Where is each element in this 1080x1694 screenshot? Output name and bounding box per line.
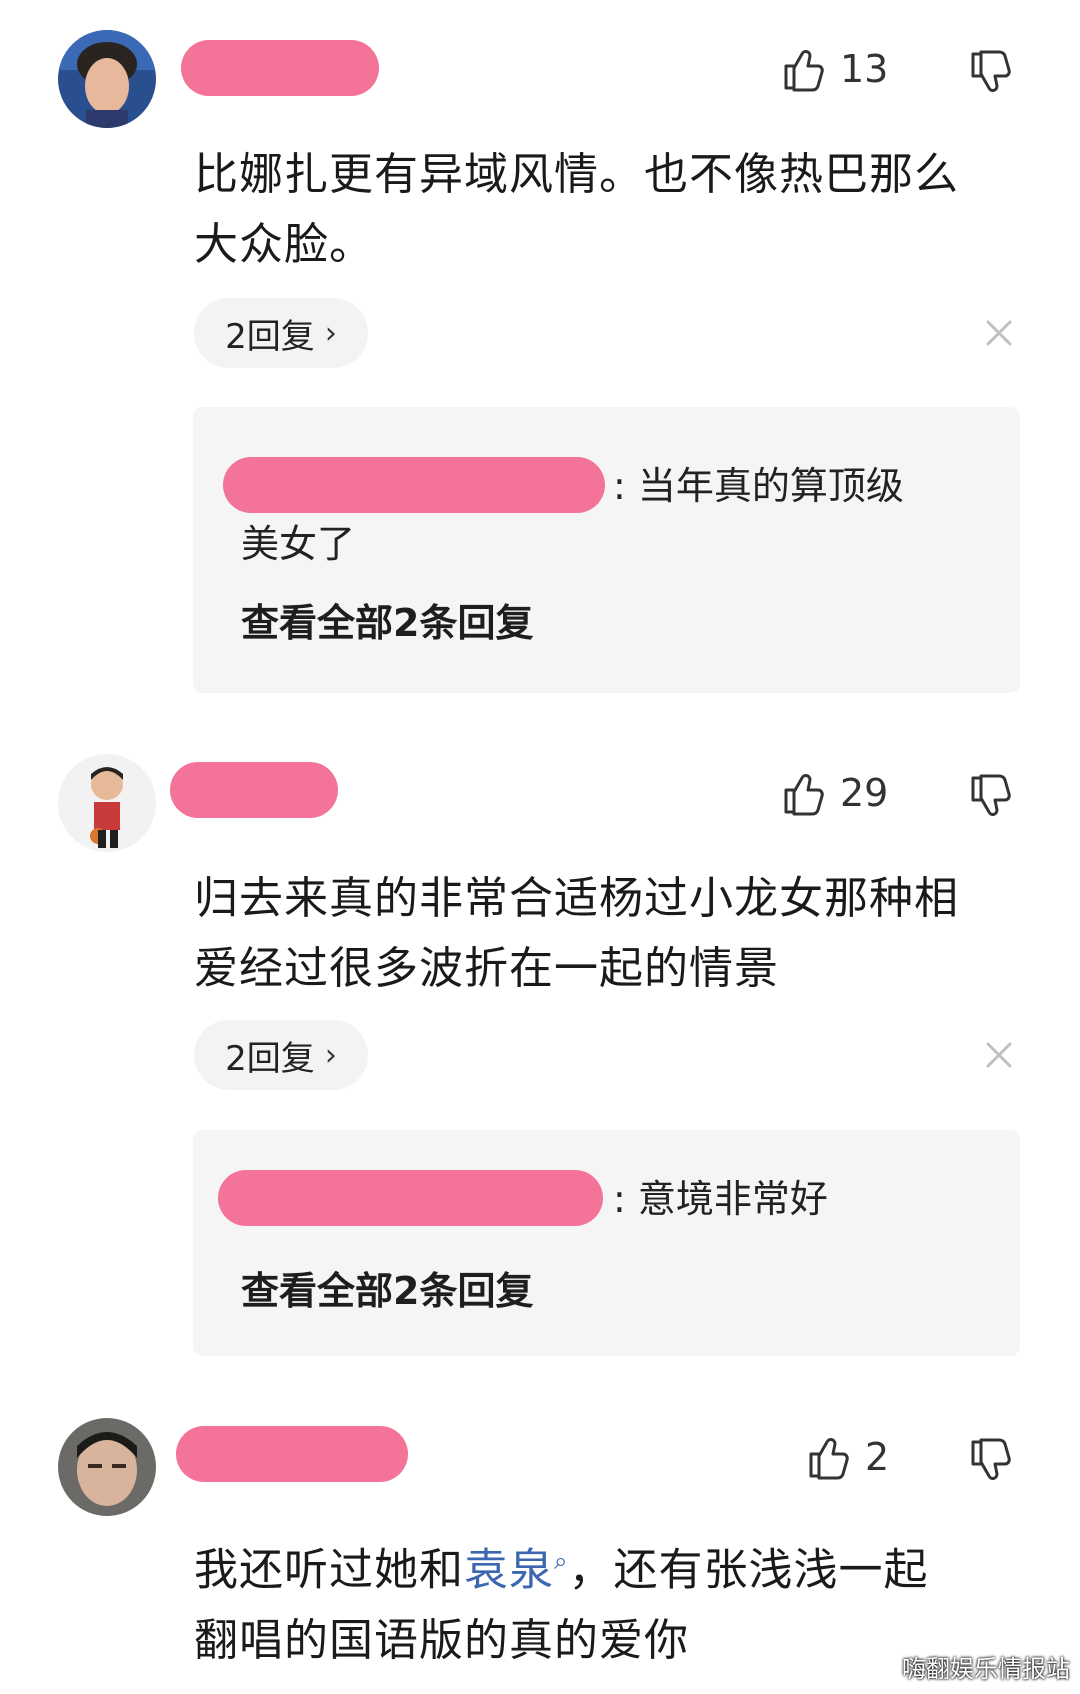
reply-preview-box: : 意境非常好 查看全部2条回复	[193, 1130, 1020, 1356]
like-count: 13	[840, 47, 889, 91]
watermark: 嗨翻娱乐情报站	[902, 1655, 1070, 1683]
reply-text: : 意境非常好	[613, 1177, 828, 1221]
search-link[interactable]: 袁泉	[464, 1545, 554, 1596]
avatar[interactable]	[58, 30, 156, 128]
avatar[interactable]	[58, 1418, 156, 1516]
username-redacted[interactable]	[176, 1426, 408, 1482]
username-redacted[interactable]	[170, 762, 338, 818]
view-all-replies-link[interactable]: 查看全部2条回复	[241, 592, 533, 647]
reply-username-redacted[interactable]	[218, 1170, 603, 1226]
like-count: 2	[865, 1435, 890, 1479]
reply-username-redacted[interactable]	[223, 457, 605, 513]
close-icon[interactable]	[984, 318, 1014, 348]
like-button[interactable]: 29	[780, 770, 888, 816]
reply-text: : 当年真的算顶级	[613, 464, 904, 508]
thumbs-up-icon	[784, 774, 824, 816]
view-all-replies-link[interactable]: 查看全部2条回复	[241, 1260, 533, 1315]
close-icon[interactable]	[984, 1040, 1014, 1070]
chevron-right-icon: ›	[324, 1037, 337, 1073]
replies-button[interactable]: 2回复 ›	[194, 298, 368, 368]
username-redacted[interactable]	[181, 40, 379, 96]
search-icon[interactable]: ⌕	[554, 1547, 568, 1575]
avatar[interactable]	[58, 754, 156, 852]
comment-text: 比娜扎更有异域风情。也不像热巴那么 大众脸。	[194, 149, 959, 270]
chevron-right-icon: ›	[324, 315, 337, 351]
thumbs-down-icon[interactable]	[967, 774, 1013, 820]
thumbs-up-icon	[809, 1438, 849, 1480]
reply-preview-box: : 当年真的算顶级 美女了 查看全部2条回复	[193, 407, 1020, 693]
like-button[interactable]: 13	[780, 46, 888, 92]
like-count: 29	[840, 771, 889, 815]
replies-button[interactable]: 2回复 ›	[194, 1020, 368, 1090]
reply-text-continued: 美女了	[241, 522, 356, 566]
thumbs-down-icon[interactable]	[967, 50, 1013, 96]
comment-text: 归去来真的非常合适杨过小龙女那种相 爱经过很多波折在一起的情景	[194, 873, 959, 994]
like-button[interactable]: 2	[805, 1434, 889, 1480]
thumbs-up-icon	[784, 50, 824, 92]
thumbs-down-icon[interactable]	[967, 1438, 1013, 1484]
